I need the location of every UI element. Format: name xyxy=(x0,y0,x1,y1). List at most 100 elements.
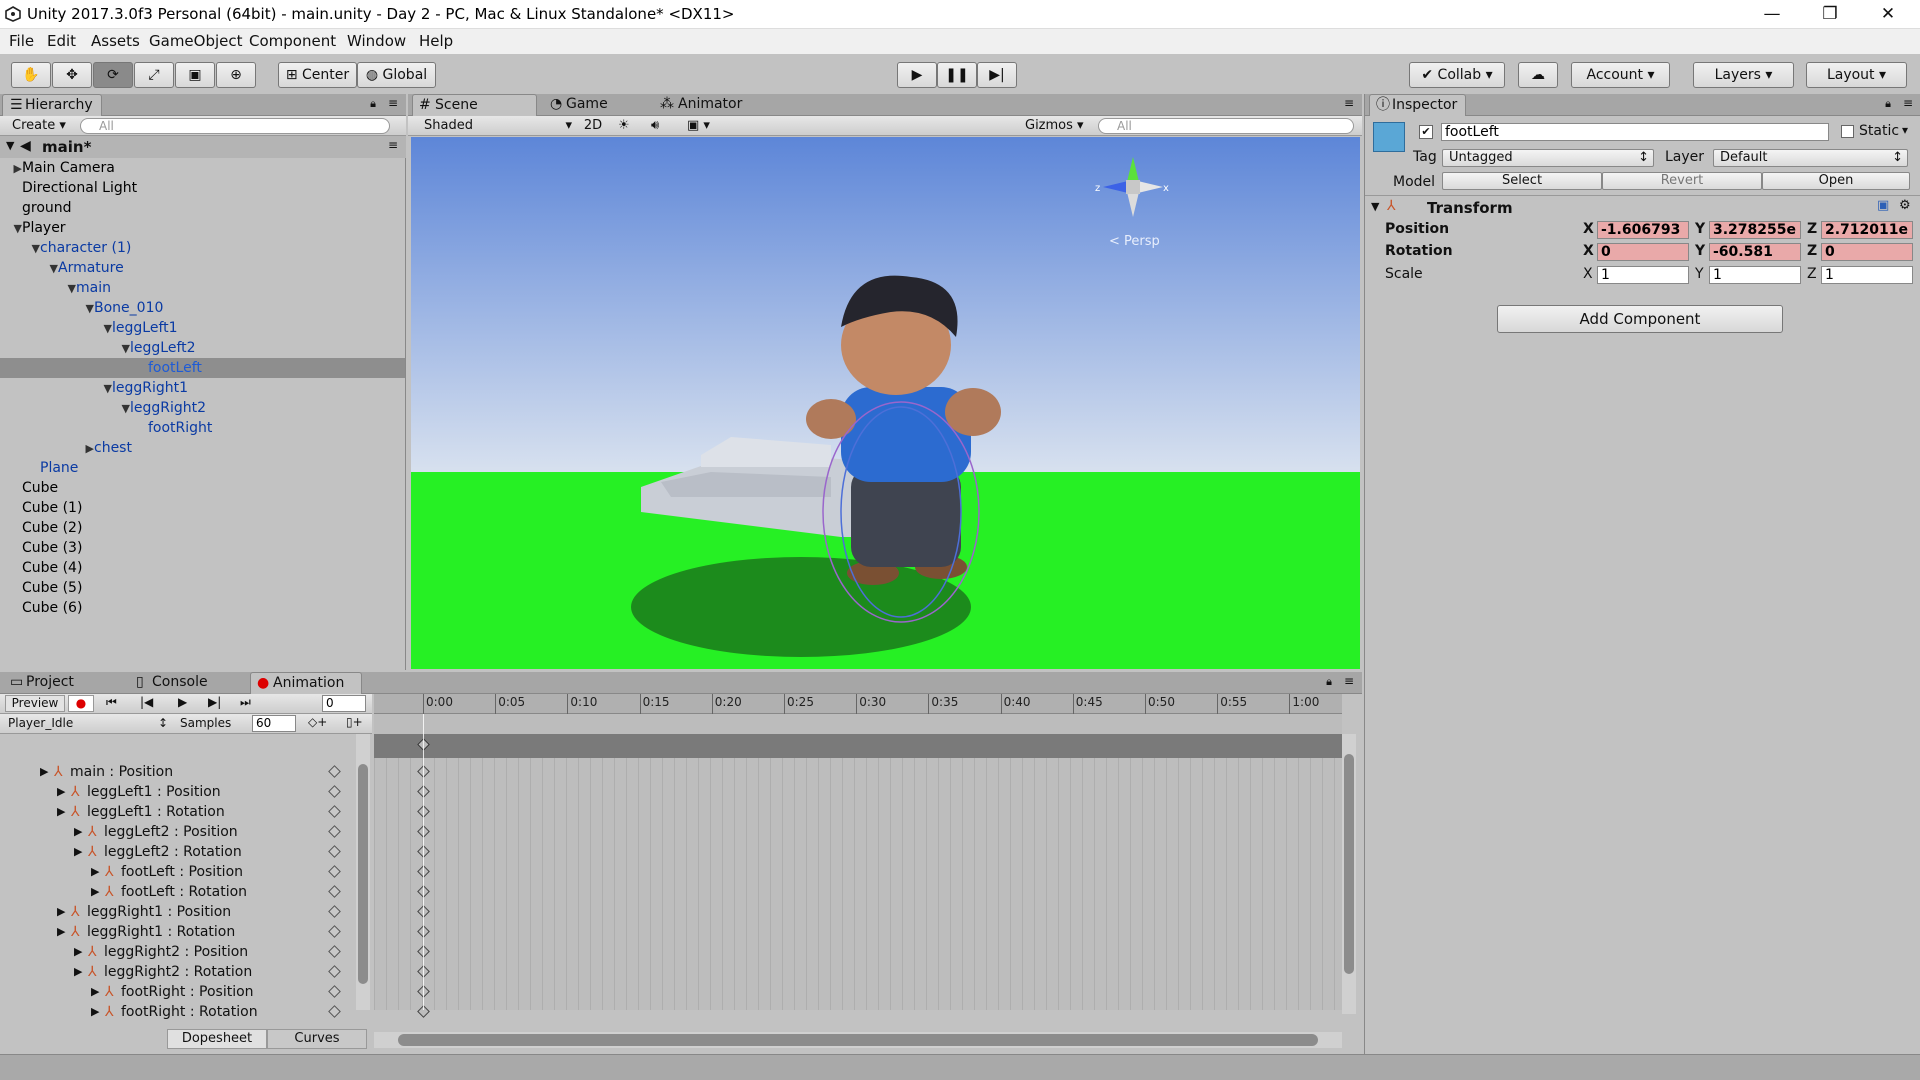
hand-tool-button[interactable]: ✋ xyxy=(11,62,51,88)
menu-window[interactable]: Window xyxy=(347,32,406,50)
scene-name[interactable]: main* xyxy=(42,138,91,156)
expand-arrow-icon[interactable]: ▶ xyxy=(91,982,99,1002)
animation-property-row[interactable]: ▶ ⅄ footRight : Position xyxy=(0,982,350,1002)
lock-icon[interactable]: 🔒︎ xyxy=(1885,97,1891,111)
hierarchy-search-input[interactable]: All xyxy=(80,118,390,134)
menu-help[interactable]: Help xyxy=(419,32,453,50)
projection-label[interactable]: < Persp xyxy=(1109,234,1160,249)
transform-tool-button[interactable]: ⊕ xyxy=(216,62,256,88)
hierarchy-item[interactable]: ▼leggRight2 xyxy=(0,398,405,418)
tab-console[interactable]: ▯ Console xyxy=(130,672,216,694)
add-key-diamond-icon[interactable] xyxy=(328,985,341,998)
expand-arrow-icon[interactable]: ▶ xyxy=(57,782,65,802)
hierarchy-item[interactable]: Cube (6) xyxy=(0,598,405,618)
gizmos-dropdown[interactable]: Gizmos ▾ xyxy=(1025,117,1084,135)
expand-arrow-icon[interactable]: ▶ xyxy=(91,862,99,882)
playhead[interactable] xyxy=(423,714,424,1010)
panel-menu-icon[interactable]: ≡ xyxy=(388,96,398,110)
model-revert-button[interactable]: Revert xyxy=(1602,172,1762,190)
scene-menu-icon[interactable]: ≡ xyxy=(388,138,398,152)
chevron-down-icon[interactable]: ▾ xyxy=(1902,123,1908,137)
expand-arrow-icon[interactable]: ▶ xyxy=(91,1002,99,1022)
add-key-diamond-icon[interactable] xyxy=(328,825,341,838)
scene-viewport[interactable]: z x < Persp xyxy=(411,137,1360,669)
cloud-button[interactable]: ☁ xyxy=(1518,62,1558,88)
hierarchy-item[interactable]: ▼leggRight1 xyxy=(0,378,405,398)
hierarchy-item[interactable]: Cube (2) xyxy=(0,518,405,538)
expand-arrow-icon[interactable]: ▼ xyxy=(6,139,14,152)
model-select-button[interactable]: Select xyxy=(1442,172,1602,190)
rotation-y-field[interactable]: -60.581 xyxy=(1709,243,1801,261)
expand-arrow-icon[interactable]: ▼ xyxy=(1371,200,1379,213)
tab-animation[interactable]: ● Animation xyxy=(250,672,362,694)
animation-property-row[interactable]: ▶ ⅄ leggRight2 : Rotation xyxy=(0,962,350,982)
expand-arrow-icon[interactable]: ▼ xyxy=(26,239,40,259)
animation-property-row[interactable]: ▶ ⅄ leggRight2 : Position xyxy=(0,942,350,962)
add-component-button[interactable]: Add Component xyxy=(1497,305,1783,333)
rotation-z-field[interactable]: 0 xyxy=(1821,243,1913,261)
lock-icon[interactable]: 🔒︎ xyxy=(1326,675,1332,689)
animation-property-row[interactable]: ▶ ⅄ leggLeft1 : Rotation xyxy=(0,802,350,822)
scale-y-field[interactable]: 1 xyxy=(1709,266,1801,284)
menu-edit[interactable]: Edit xyxy=(47,32,76,50)
expand-arrow-icon[interactable]: ▶ xyxy=(91,882,99,902)
layer-dropdown[interactable]: Default ↕ xyxy=(1713,149,1908,167)
shading-mode-dropdown[interactable]: Shaded ▾ xyxy=(424,117,574,135)
scale-z-field[interactable]: 1 xyxy=(1821,266,1913,284)
samples-field[interactable]: 60 xyxy=(252,715,296,732)
rotate-tool-button[interactable]: ⟳ xyxy=(93,62,133,88)
expand-arrow-icon[interactable]: ▼ xyxy=(116,399,130,419)
property-scrollbar-thumb[interactable] xyxy=(358,764,368,984)
hierarchy-item[interactable]: Cube (3) xyxy=(0,538,405,558)
tab-scene[interactable]: # Scene xyxy=(412,94,537,116)
animation-property-row[interactable]: ▶ ⅄ leggRight1 : Rotation xyxy=(0,922,350,942)
add-key-diamond-icon[interactable] xyxy=(328,1005,341,1018)
animation-property-row[interactable]: ▶ ⅄ footLeft : Rotation xyxy=(0,882,350,902)
dopesheet-grid[interactable] xyxy=(374,758,1342,1018)
expand-arrow-icon[interactable]: ▶ xyxy=(74,962,82,982)
static-checkbox[interactable] xyxy=(1841,125,1854,138)
gear-icon[interactable]: ⚙ xyxy=(1899,198,1911,213)
animation-property-row[interactable]: ▶ ⅄ main : Position xyxy=(0,762,350,782)
hierarchy-item[interactable]: ▼Player xyxy=(0,218,405,238)
add-key-diamond-icon[interactable] xyxy=(328,945,341,958)
expand-arrow-icon[interactable]: ▶ xyxy=(57,902,65,922)
hierarchy-item[interactable]: ▶Main Camera xyxy=(0,158,405,178)
hierarchy-item[interactable]: ▼Armature xyxy=(0,258,405,278)
active-checkbox[interactable]: ✔ xyxy=(1419,125,1433,139)
model-open-button[interactable]: Open xyxy=(1762,172,1910,190)
tab-game[interactable]: ◔ Game xyxy=(544,94,616,116)
lock-icon[interactable]: 🔒︎ xyxy=(370,97,376,111)
hierarchy-item[interactable]: ▼character (1) xyxy=(0,238,405,258)
expand-arrow-icon[interactable]: ▶ xyxy=(57,802,65,822)
add-key-diamond-icon[interactable] xyxy=(328,765,341,778)
animation-property-row[interactable]: ▶ ⅄ leggLeft2 : Position xyxy=(0,822,350,842)
animation-property-row[interactable]: ▶ ⅄ footRight : Rotation xyxy=(0,1002,350,1022)
frame-field[interactable]: 0 xyxy=(322,695,366,712)
dopesheet-hscrollbar[interactable] xyxy=(374,1032,1342,1048)
expand-arrow-icon[interactable]: ▼ xyxy=(44,259,58,279)
expand-arrow-icon[interactable]: ▶ xyxy=(57,922,65,942)
hierarchy-item[interactable]: Cube (1) xyxy=(0,498,405,518)
hierarchy-item[interactable]: ▼main xyxy=(0,278,405,298)
dopesheet-button[interactable]: Dopesheet xyxy=(167,1029,267,1049)
add-key-diamond-icon[interactable] xyxy=(328,865,341,878)
hierarchy-item[interactable]: ▶chest xyxy=(0,438,405,458)
add-event-icon[interactable]: ▯+ xyxy=(346,715,363,729)
expand-arrow-icon[interactable]: ▼ xyxy=(80,299,94,319)
add-key-diamond-icon[interactable] xyxy=(328,925,341,938)
rotation-x-field[interactable]: 0 xyxy=(1597,243,1689,261)
hierarchy-item[interactable]: ▼leggLeft2 xyxy=(0,338,405,358)
pivot-center-button[interactable]: ⊞ Center xyxy=(278,62,357,88)
hierarchy-item[interactable]: footRight xyxy=(0,418,405,438)
audio-toggle-icon[interactable]: 🔊︎ xyxy=(651,117,659,135)
tab-hierarchy[interactable]: ☰ Hierarchy xyxy=(2,94,102,116)
hierarchy-item[interactable]: Directional Light xyxy=(0,178,405,198)
menu-gameobject[interactable]: GameObject xyxy=(149,32,243,50)
tab-inspector[interactable]: ⓘ Inspector xyxy=(1369,94,1467,116)
expand-arrow-icon[interactable]: ▼ xyxy=(62,279,76,299)
add-keyframe-icon[interactable]: ◇+ xyxy=(308,715,327,729)
add-key-diamond-icon[interactable] xyxy=(328,785,341,798)
prev-keyframe-icon[interactable]: |◀ xyxy=(140,695,153,709)
panel-menu-icon[interactable]: ≡ xyxy=(1344,96,1354,110)
